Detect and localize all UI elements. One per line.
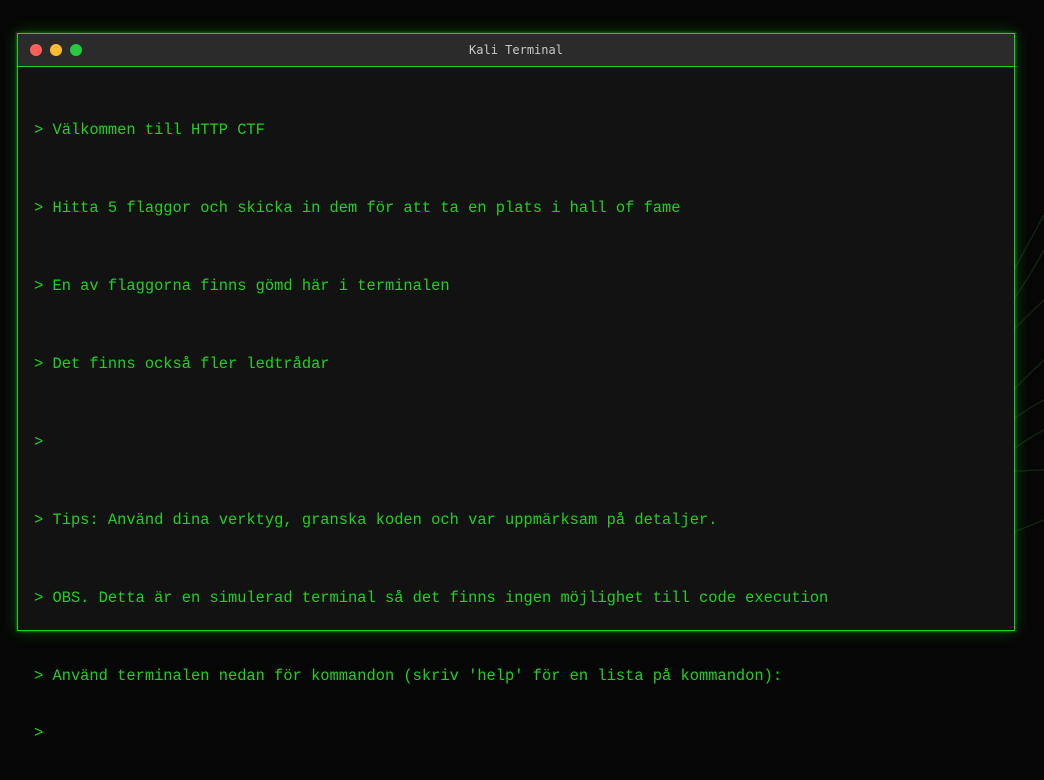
terminal-line: > Tips: Använd dina verktyg, granska kod… xyxy=(34,511,718,529)
terminal-line: > Använd terminalen nedan för kommandon … xyxy=(34,667,783,685)
window-titlebar: Kali Terminal xyxy=(18,34,1014,67)
terminal-window: Kali Terminal > Välkommen till HTTP CTF … xyxy=(17,33,1015,744)
command-input[interactable] xyxy=(52,723,953,744)
command-prompt-row: > xyxy=(34,723,998,744)
terminal-line: > Välkommen till HTTP CTF xyxy=(34,121,265,139)
terminal-line: > En av flaggorna finns gömd här i termi… xyxy=(34,277,450,295)
window-title: Kali Terminal xyxy=(469,43,563,57)
terminal-line: > xyxy=(34,433,44,451)
prompt-symbol: > xyxy=(34,724,44,742)
terminal-output: > Välkommen till HTTP CTF > Hitta 5 flag… xyxy=(34,84,998,780)
terminal-line: > Det finns också fler ledtrådar xyxy=(34,355,330,373)
terminal-line: > Hitta 5 flaggor och skicka in dem för … xyxy=(34,199,681,217)
terminal-line: > OBS. Detta är en simulerad terminal så… xyxy=(34,589,829,607)
